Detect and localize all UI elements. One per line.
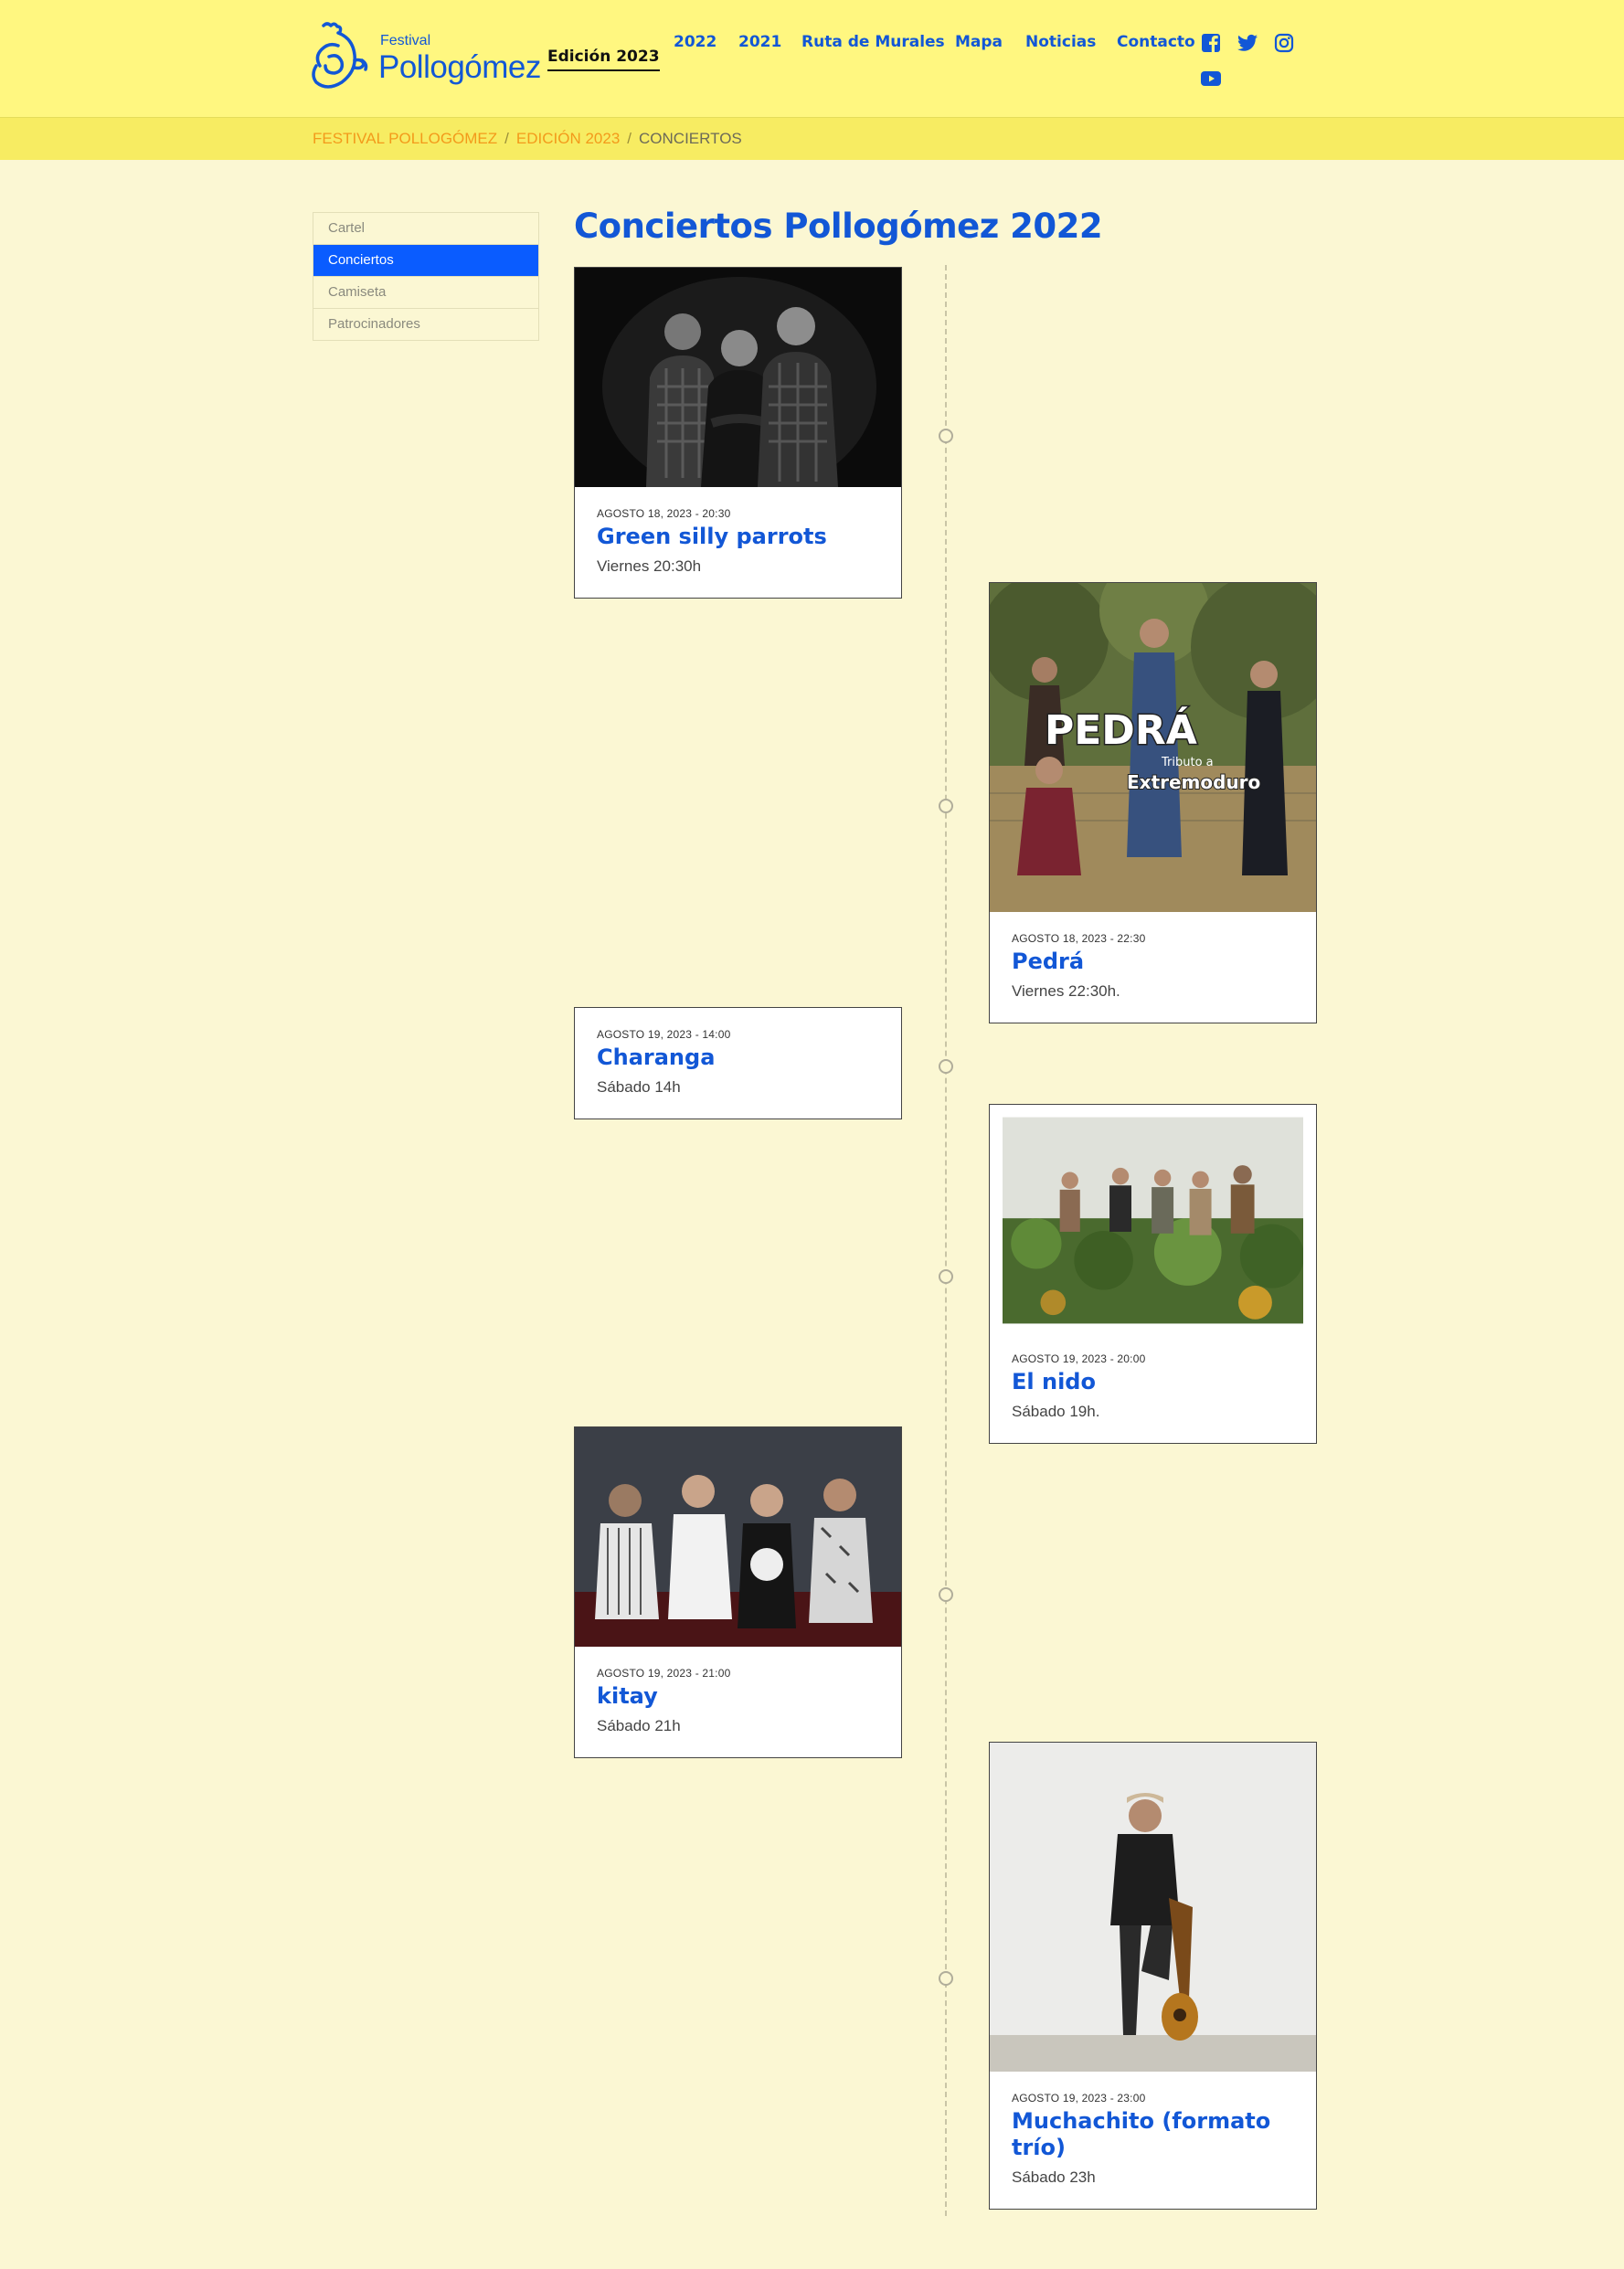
event-description: Sábado 19h.: [1012, 1402, 1100, 1420]
timeline-dot: [939, 1269, 953, 1284]
timeline-dot: [939, 799, 953, 813]
nav-noticias[interactable]: Noticias: [1025, 33, 1096, 51]
image-tribute-text: Tributo a: [1161, 756, 1214, 769]
image-tribute-band: Extremoduro: [1127, 771, 1260, 793]
breadcrumb-current: CONCIERTOS: [639, 130, 742, 147]
nav-2021[interactable]: 2021: [738, 33, 781, 51]
event-description: Sábado 23h: [1012, 2168, 1096, 2186]
event-card[interactable]: AGOSTO 18, 2023 - 20:30 Green silly parr…: [574, 267, 902, 599]
event-description: Sábado 14h: [597, 1077, 681, 1096]
timeline-dot: [939, 429, 953, 443]
event-description: Sábado 21h: [597, 1716, 681, 1734]
event-photo[interactable]: PEDRÁ Tributo a Extremoduro: [990, 583, 1316, 912]
logo-brand-text: Pollogómez: [378, 49, 541, 85]
event-title[interactable]: Pedrá: [1012, 949, 1294, 975]
event-description: Viernes 20:30h: [597, 557, 702, 575]
facebook-icon[interactable]: [1201, 33, 1221, 53]
event-date: AGOSTO 19, 2023 - 14:00: [597, 1028, 731, 1041]
breadcrumb: FESTIVAL POLLOGÓMEZ / EDICIÓN 2023 / CONCIER…: [313, 130, 742, 148]
breadcrumb-bar: FESTIVAL POLLOGÓMEZ / EDICIÓN 2023 / CONCIER…: [0, 118, 1624, 160]
event-title[interactable]: kitay: [597, 1683, 879, 1710]
event-title[interactable]: Charanga: [597, 1044, 879, 1071]
event-card[interactable]: AGOSTO 19, 2023 - 23:00 Muchachito (form…: [989, 1742, 1317, 2210]
timeline-dot: [939, 1587, 953, 1602]
image-band-name: PEDRÁ: [1045, 705, 1197, 754]
timeline-dot: [939, 1059, 953, 1074]
event-title[interactable]: El nido: [1012, 1369, 1294, 1395]
event-description: Viernes 22:30h.: [1012, 981, 1120, 1000]
event-date: AGOSTO 19, 2023 - 23:00: [1012, 2092, 1146, 2105]
event-title[interactable]: Muchachito (formato trío): [1012, 2108, 1294, 2161]
twitter-icon[interactable]: [1237, 34, 1258, 52]
event-card[interactable]: PEDRÁ Tributo a Extremoduro AGOSTO 18, 2…: [989, 582, 1317, 1023]
event-photo[interactable]: [1003, 1108, 1303, 1332]
event-card[interactable]: AGOSTO 19, 2023 - 14:00 Charanga Sábado …: [574, 1007, 902, 1119]
event-photo[interactable]: [575, 1427, 901, 1647]
event-date: AGOSTO 19, 2023 - 21:00: [597, 1667, 731, 1680]
section-sidebar: Cartel Conciertos Camiseta Patrocinadore…: [313, 212, 539, 341]
sidebar-item-patrocinadores[interactable]: Patrocinadores: [313, 309, 538, 340]
page-title: Conciertos Pollogómez 2022: [574, 207, 1103, 246]
event-date: AGOSTO 18, 2023 - 22:30: [1012, 932, 1146, 945]
youtube-icon[interactable]: [1201, 71, 1221, 86]
breadcrumb-separator: /: [504, 130, 509, 147]
nav-ruta-de-murales[interactable]: Ruta de Murales: [801, 33, 945, 51]
breadcrumb-home[interactable]: FESTIVAL POLLOGÓMEZ: [313, 130, 497, 147]
event-date: AGOSTO 18, 2023 - 20:30: [597, 507, 731, 520]
site-header: Festival Pollogómez Edición 2023 2022 20…: [0, 0, 1624, 118]
instagram-icon[interactable]: [1274, 33, 1294, 53]
chicken-logo-icon: [312, 22, 368, 89]
site-logo[interactable]: Festival Pollogómez: [311, 20, 541, 93]
nav-mapa[interactable]: Mapa: [955, 33, 1003, 51]
breadcrumb-separator: /: [627, 130, 632, 147]
event-date: AGOSTO 19, 2023 - 20:00: [1012, 1352, 1146, 1365]
sidebar-item-camiseta[interactable]: Camiseta: [313, 277, 538, 309]
nav-edicion-2023[interactable]: Edición 2023: [547, 48, 660, 71]
timeline-line: [945, 265, 947, 2216]
event-card[interactable]: AGOSTO 19, 2023 - 21:00 kitay Sábado 21h: [574, 1426, 902, 1758]
sidebar-item-conciertos[interactable]: Conciertos: [313, 245, 538, 277]
event-photo[interactable]: [990, 1743, 1316, 2072]
event-title[interactable]: Green silly parrots: [597, 524, 879, 550]
sidebar-item-cartel[interactable]: Cartel: [313, 213, 538, 245]
logo-festival-text: Festival: [380, 33, 431, 48]
nav-contacto[interactable]: Contacto: [1117, 33, 1195, 51]
event-card[interactable]: AGOSTO 19, 2023 - 20:00 El nido Sábado 1…: [989, 1104, 1317, 1444]
timeline-dot: [939, 1971, 953, 1986]
breadcrumb-edicion[interactable]: EDICIÓN 2023: [516, 130, 620, 147]
event-photo[interactable]: [575, 268, 901, 487]
nav-2022[interactable]: 2022: [674, 33, 716, 51]
